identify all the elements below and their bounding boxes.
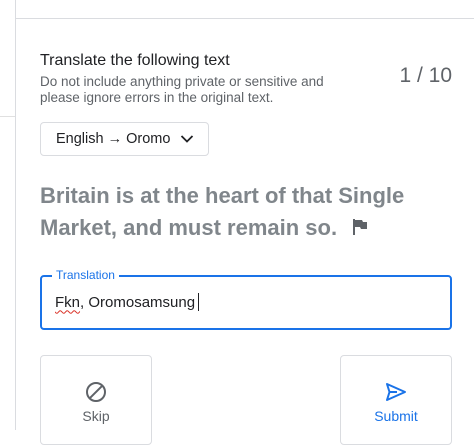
text-caret: [198, 293, 200, 311]
translation-label: Translation: [52, 268, 119, 282]
translation-input[interactable]: Fkn, Oromosamsung: [55, 293, 200, 311]
progress-counter: 1 / 10: [399, 64, 452, 87]
language-pair-dropdown[interactable]: English → Oromo: [40, 122, 209, 156]
left-panel: [0, 0, 16, 430]
translation-text: , Oromosamsung: [80, 293, 196, 311]
submit-label: Submit: [374, 408, 418, 424]
skip-button[interactable]: Skip: [40, 355, 152, 445]
translation-misspelled-word: Fkn: [55, 293, 81, 311]
send-icon: [386, 383, 406, 401]
language-pair-value: English → Oromo: [56, 131, 171, 147]
top-bar: [16, 0, 474, 19]
left-panel-divider: [0, 116, 15, 117]
task-title: Translate the following text: [40, 52, 230, 69]
skip-label: Skip: [82, 408, 110, 424]
skip-icon: [86, 382, 106, 402]
source-text: Britain is at the heart of that Single M…: [40, 183, 405, 240]
source-text-block: Britain is at the heart of that Single M…: [40, 180, 440, 244]
task-subtitle: Do not include anything private or sensi…: [40, 74, 324, 105]
flag-icon[interactable]: [351, 218, 369, 236]
translation-field[interactable]: Translation Fkn, Oromosamsung: [40, 268, 452, 330]
chevron-down-icon: [180, 135, 194, 143]
submit-button[interactable]: Submit: [340, 355, 452, 445]
